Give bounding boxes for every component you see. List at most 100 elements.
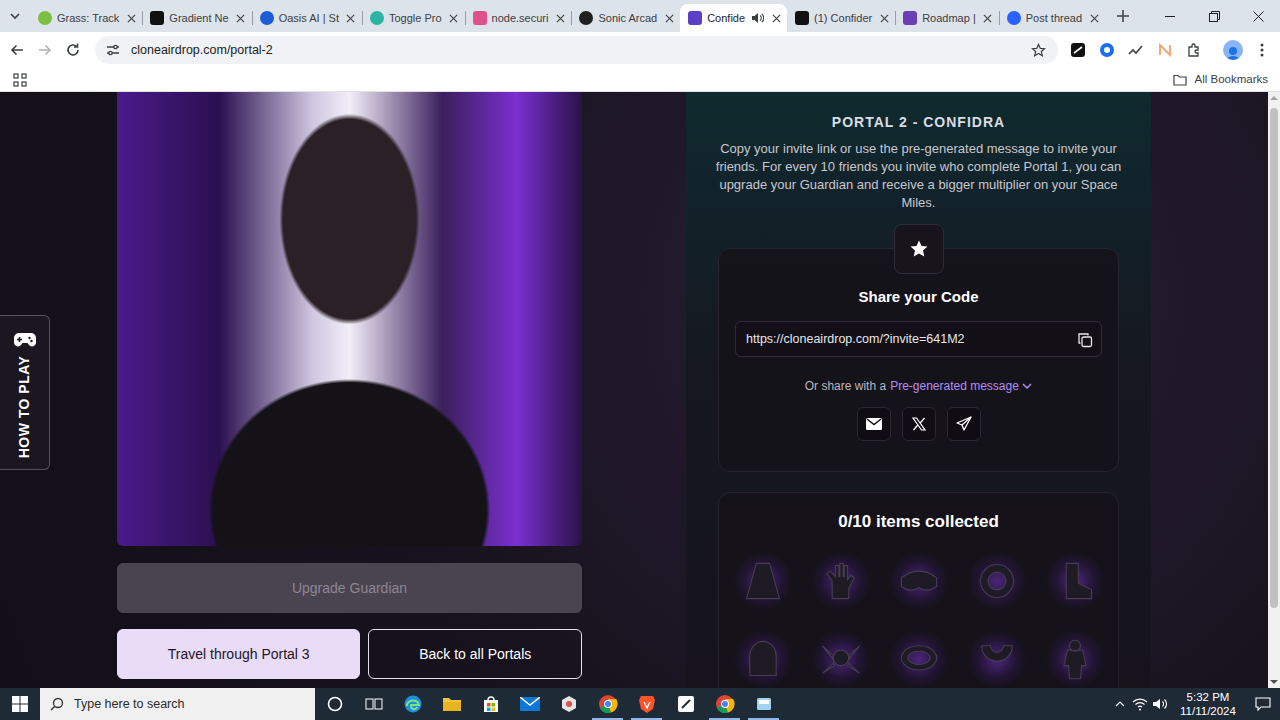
copy-icon[interactable] [1077,327,1093,351]
notes-app-icon[interactable] [666,688,705,720]
scroll-up-icon[interactable] [1270,92,1278,104]
chrome-icon[interactable] [588,688,627,720]
portal-action-button[interactable]: Back to all Portals [368,629,582,679]
browser-tab[interactable]: Post thread [999,4,1105,32]
pregenerated-dropdown[interactable]: Pre-generated message [890,379,1032,393]
task-view-icon[interactable] [354,688,393,720]
telegram-share-icon[interactable] [947,407,981,441]
close-tab-icon[interactable] [344,11,358,25]
portal-action-button[interactable]: Travel through Portal 3 [117,629,360,679]
extension-icon[interactable] [1151,36,1179,64]
back-icon[interactable] [3,36,31,64]
extension-icon[interactable] [1122,36,1150,64]
tab-label[interactable]: Roadmap | [922,10,976,27]
x-share-icon[interactable] [902,407,936,441]
clock[interactable]: 5:32 PM 11/11/2024 [1170,690,1246,718]
tab-label[interactable]: Grass: Track [57,10,119,27]
guardian-image [117,92,582,546]
tab-label[interactable]: Confide [707,10,745,27]
tab-label[interactable]: Post thread [1026,10,1082,27]
tab-label[interactable]: Sonic Arcad [598,10,657,27]
tab-label[interactable]: Oasis AI | St [279,10,339,27]
tab-label[interactable]: Toggle Pro [389,10,442,27]
invite-link-field[interactable]: https://cloneairdrop.com/?invite=641M2 [735,321,1102,357]
speaker-icon[interactable] [750,11,764,25]
email-share-icon[interactable] [857,407,891,441]
url-text[interactable]: cloneairdrop.com/portal-2 [131,41,1020,60]
minimize-icon[interactable] [1148,0,1192,32]
button-label[interactable]: Back to all Portals [419,646,531,662]
clock-time[interactable]: 5:32 PM [1170,690,1246,704]
browser-tab[interactable]: node.securi [465,4,572,32]
close-window-icon[interactable] [1236,0,1280,32]
chrome-icon[interactable] [705,688,744,720]
how-to-play-tab[interactable]: HOW TO PLAY [0,315,50,470]
close-tab-icon[interactable] [769,11,783,25]
extension-icon[interactable] [1064,36,1092,64]
tab-label[interactable]: node.securi [492,10,549,27]
cortana-icon[interactable] [315,688,354,720]
favicon-icon [370,11,384,25]
restore-icon[interactable] [1192,0,1236,32]
site-info-icon[interactable] [99,36,127,64]
browser-tab[interactable]: Grass: Track [30,4,142,32]
app-icon[interactable] [744,688,783,720]
close-tab-icon[interactable] [124,11,138,25]
close-tab-icon[interactable] [1087,11,1101,25]
network-icon[interactable] [1130,688,1150,720]
close-tab-icon[interactable] [234,11,248,25]
file-explorer-icon[interactable] [432,688,471,720]
browser-tab[interactable]: Confide [680,4,787,32]
puzzle-icon[interactable] [1180,36,1208,64]
items-count: 0/10 items collected [735,511,1102,533]
close-tab-icon[interactable] [553,11,567,25]
address-bar[interactable]: cloneairdrop.com/portal-2 [95,36,1058,64]
close-tab-icon[interactable] [662,11,676,25]
scroll-thumb[interactable] [1270,108,1278,608]
browser-tab[interactable]: Oasis AI | St [252,4,362,32]
edge-icon[interactable] [393,688,432,720]
mail-icon[interactable] [510,688,549,720]
volume-icon[interactable] [1150,688,1170,720]
profile-icon[interactable] [1223,40,1243,60]
close-tab-icon[interactable] [877,11,891,25]
scrollbar[interactable] [1268,92,1280,688]
bookmark-star-icon[interactable] [1024,36,1052,64]
how-to-play-label[interactable]: HOW TO PLAY [14,356,35,459]
menu-icon[interactable] [1248,36,1276,64]
tab-search-button[interactable] [0,2,30,30]
item-slot [967,629,1027,688]
brave-icon[interactable] [627,688,666,720]
browser-tab[interactable]: (1) Confider [787,4,895,32]
bookmarks-label[interactable]: All Bookmarks [1195,71,1269,88]
dropdown-label[interactable]: Pre-generated message [890,379,1019,393]
close-tab-icon[interactable] [981,11,995,25]
browser-tab[interactable]: Toggle Pro [362,4,465,32]
taskbar: Type here to search 5:32 PM 11/11/2024 [0,688,1280,720]
tab-label[interactable]: (1) Confider [814,10,872,27]
extension-icon[interactable] [1093,36,1121,64]
tray-chevron-icon[interactable] [1110,688,1130,720]
search-placeholder[interactable]: Type here to search [74,695,184,714]
chevron-icon[interactable] [1022,379,1032,393]
apps-grid-icon[interactable] [6,66,34,94]
store-icon[interactable] [471,688,510,720]
button-label[interactable]: Travel through Portal 3 [168,646,310,662]
browser-tab[interactable]: Roadmap | [895,4,999,32]
forward-icon[interactable] [31,36,59,64]
browser-tab[interactable]: Sonic Arcad [571,4,680,32]
new-tab-button[interactable] [1109,2,1137,30]
notifications-icon[interactable] [1246,688,1280,720]
tab-label[interactable]: Gradient Ne [169,10,228,27]
close-tab-icon[interactable] [447,11,461,25]
scroll-down-icon[interactable] [1270,676,1278,688]
windows-start-icon[interactable] [0,688,40,720]
all-bookmarks-button[interactable]: All Bookmarks [1173,71,1269,88]
reload-icon[interactable] [59,36,87,64]
taskbar-search[interactable]: Type here to search [40,688,315,720]
browser-tab[interactable]: Gradient Ne [142,4,251,32]
clock-date[interactable]: 11/11/2024 [1170,704,1246,718]
invite-link[interactable]: https://cloneairdrop.com/?invite=641M2 [746,330,1069,349]
item-slot [889,551,949,611]
app-icon[interactable] [549,688,588,720]
